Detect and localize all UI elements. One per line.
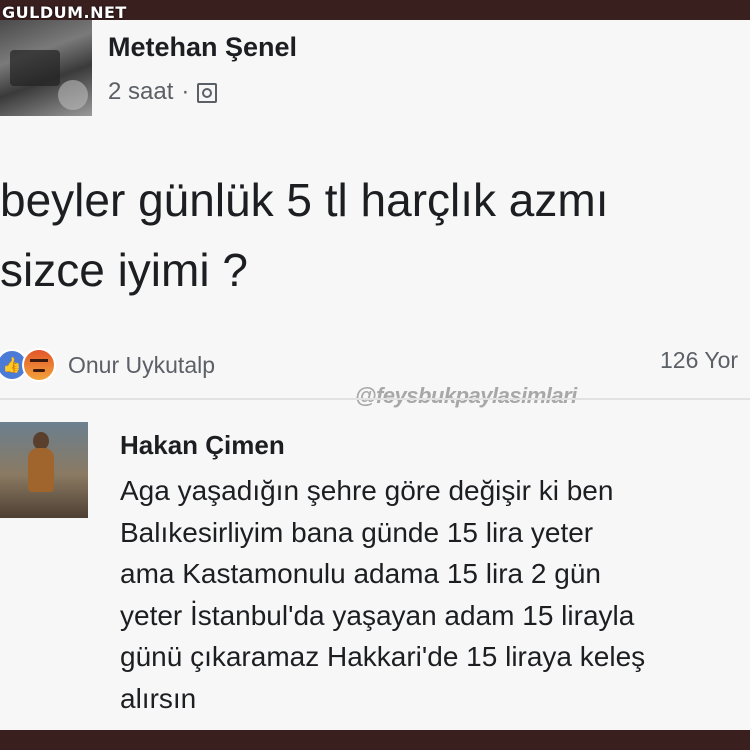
- comment-text: Aga yaşadığın şehre göre değişir ki ben …: [120, 475, 646, 714]
- angry-icon[interactable]: [22, 348, 56, 382]
- comment-count[interactable]: 126 Yor: [660, 347, 738, 374]
- top-frame-bar: GULDUM.NET: [0, 0, 750, 22]
- avatar-image-shape: [58, 80, 88, 110]
- handle-watermark: @feysbukpaylasimlari: [355, 383, 577, 408]
- audience-icon[interactable]: [197, 83, 218, 103]
- author-avatar[interactable]: [0, 20, 92, 116]
- meta-separator: ·: [181, 78, 190, 105]
- bottom-frame-bar: [0, 730, 750, 750]
- divider: [0, 398, 750, 400]
- reactions-bar: 👍 Onur Uykutalp 126 Yor: [0, 345, 750, 385]
- avatar-image-shape: [10, 50, 60, 86]
- post-body: beyler günlük 5 tl harçlık azmı sizce iy…: [0, 165, 750, 305]
- commenter-name[interactable]: Hakan Çimen: [120, 430, 285, 461]
- facebook-post-card: Metehan Şenel 2 saat · beyler günlük 5 t…: [0, 20, 750, 730]
- post-time[interactable]: 2 saat: [108, 78, 173, 106]
- post-text-line: beyler günlük 5 tl harçlık azmı: [0, 174, 609, 226]
- post-meta: 2 saat ·: [108, 78, 218, 106]
- post-text-line: sizce iyimi ?: [0, 244, 248, 296]
- reaction-names[interactable]: Onur Uykutalp: [68, 352, 215, 379]
- post-author-name[interactable]: Metehan Şenel: [108, 32, 297, 63]
- avatar-image-shape: [28, 448, 54, 492]
- commenter-avatar[interactable]: [0, 422, 88, 518]
